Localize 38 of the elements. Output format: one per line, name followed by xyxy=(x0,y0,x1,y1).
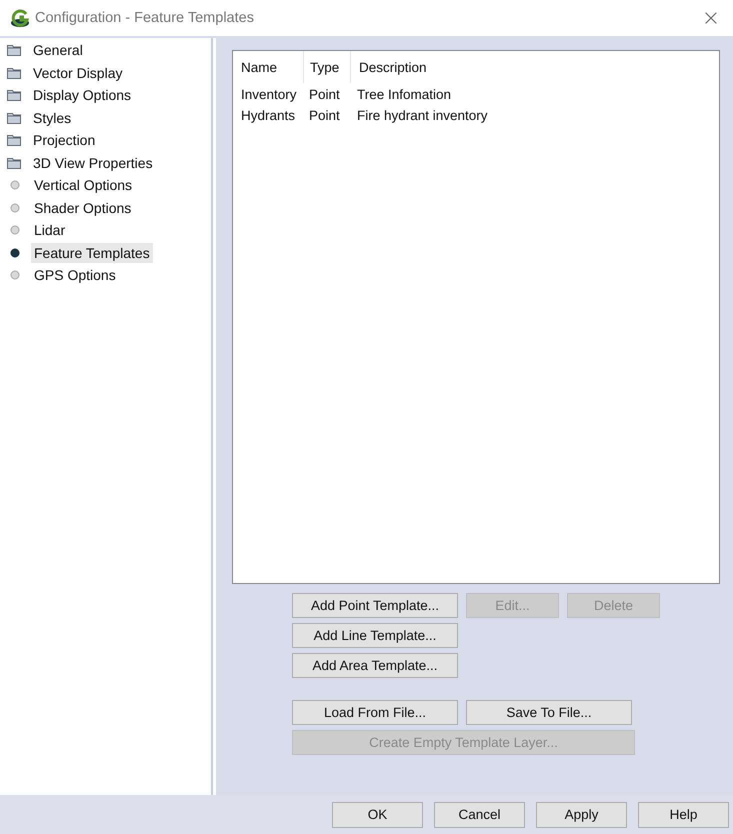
table-cell-text: Fire hydrant inventory xyxy=(356,108,489,123)
dialog-button[interactable]: Load From File... xyxy=(292,700,458,725)
table-cell-text: Point xyxy=(308,87,341,102)
sidebar-item[interactable]: Styles xyxy=(30,108,74,128)
table-cell-text: Tree Infomation xyxy=(356,87,452,102)
folder-icon xyxy=(7,112,21,124)
folder-icon xyxy=(7,156,21,169)
column-header[interactable]: Name xyxy=(233,51,304,83)
column-header[interactable]: Type xyxy=(304,51,351,83)
app-logo-icon xyxy=(10,8,30,28)
close-button[interactable]: × xyxy=(691,4,731,32)
dialog-button[interactable]: Add Line Template... xyxy=(292,623,458,648)
folder-icon xyxy=(7,134,21,146)
sidebar-item[interactable]: Feature Templates xyxy=(31,242,153,263)
footer-button[interactable]: Cancel xyxy=(434,802,525,828)
dialog-button[interactable]: Save To File... xyxy=(466,700,632,725)
window-title: Configuration - Feature Templates xyxy=(35,10,255,26)
dialog-button[interactable]: Add Area Template... xyxy=(292,653,458,678)
column-header[interactable]: Description xyxy=(351,51,718,83)
sidebar-item[interactable]: 3D View Properties xyxy=(30,152,156,173)
footer-button[interactable]: Apply xyxy=(536,802,627,828)
sidebar-item[interactable]: GPS Options xyxy=(31,265,119,286)
sidebar-item[interactable]: General xyxy=(30,40,86,60)
folder-icon xyxy=(7,89,21,102)
sidebar-item[interactable]: Projection xyxy=(30,130,98,150)
folder-icon xyxy=(7,66,21,79)
table-cell-text: Hydrants xyxy=(240,108,296,123)
sidebar-item[interactable]: Shader Options xyxy=(31,198,134,218)
footer-button[interactable]: Help xyxy=(638,802,729,828)
footer-button[interactable]: OK xyxy=(332,802,423,828)
table-cell-text: Inventory xyxy=(240,87,298,102)
sidebar-item[interactable]: Vertical Options xyxy=(31,175,136,196)
sidebar-item[interactable]: Lidar xyxy=(31,220,68,240)
table-cell-text: Point xyxy=(308,108,341,123)
folder-icon xyxy=(7,44,21,56)
sidebar-item[interactable]: Display Options xyxy=(30,85,134,106)
sidebar-item[interactable]: Vector Display xyxy=(30,62,126,83)
dialog-button[interactable]: Add Point Template... xyxy=(292,593,458,618)
